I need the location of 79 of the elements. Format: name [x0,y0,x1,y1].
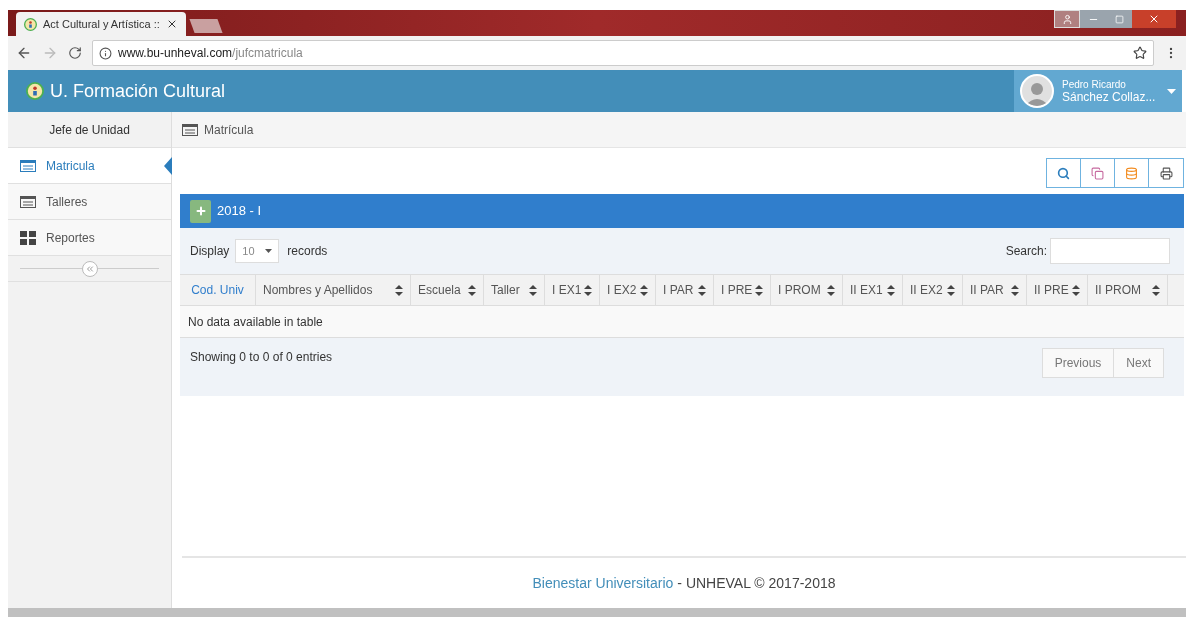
column-header[interactable]: I EX1 [545,275,600,305]
search-icon [1057,166,1070,180]
new-tab-button[interactable] [189,19,223,33]
next-button[interactable]: Next [1114,348,1164,378]
previous-button[interactable]: Previous [1041,348,1115,378]
copy-icon [1091,166,1104,180]
back-icon[interactable] [16,45,32,61]
browser-tab[interactable]: Act Cultural y Artística :: [16,12,186,36]
sort-icon [827,284,835,296]
list-icon [182,123,198,136]
user-last-name: Sánchez Collaz... [1062,91,1156,103]
sort-icon [887,284,895,296]
breadcrumb: Matrícula [204,121,254,139]
close-icon[interactable] [166,18,178,30]
page-size-select[interactable]: 10 [235,239,280,263]
list-icon [20,159,36,172]
column-header[interactable]: II EX2 [903,275,963,305]
double-chevron-icon [84,263,95,274]
sort-icon [1072,284,1080,296]
app-title: U. Formación Cultural [50,79,226,103]
column-header[interactable]: Cod. Univ [180,275,256,305]
logo-icon [24,17,37,31]
sidebar-item[interactable]: Matricula [8,148,171,184]
address-field[interactable]: www.bu-unheval.com/jufcmatricula [92,40,1154,66]
sort-icon [755,284,763,296]
user-first-name: Pedro Ricardo [1062,79,1127,91]
info-icon [99,46,112,60]
add-button[interactable] [190,199,211,223]
column-header[interactable]: II PRE [1027,275,1088,305]
tab-title: Act Cultural y Artística :: [43,16,160,32]
sort-icon [395,284,403,296]
url-text: www.bu-unheval.com/jufcmatricula [118,45,303,62]
sidebar-item[interactable]: Reportes [8,220,171,256]
column-header[interactable]: Nombres y Apellidos [256,275,411,305]
sort-icon [947,284,955,296]
sort-icon [640,284,648,296]
sort-icon [1011,284,1019,296]
search-field[interactable] [1050,238,1170,264]
column-header[interactable]: II EX1 [843,275,903,305]
logo-icon [26,82,44,100]
column-header[interactable]: Escuela [411,275,484,305]
entries-info: Showing 0 to 0 of 0 entries [190,349,333,366]
list-icon [20,195,36,208]
column-header[interactable]: I PROM [771,275,843,305]
plus-icon [194,205,207,217]
caret-icon [265,249,273,253]
print-icon [1159,166,1173,180]
column-header[interactable]: II PROM [1088,275,1168,305]
close-icon [1148,13,1160,25]
column-header[interactable]: II PAR [963,275,1027,305]
column-header[interactable]: I PAR [656,275,714,305]
star-icon[interactable] [1133,46,1147,60]
reload-icon[interactable] [68,46,82,60]
column-header[interactable]: Taller [484,275,545,305]
profile-button[interactable] [1054,10,1080,28]
forward-icon[interactable] [42,45,58,61]
sort-icon [468,284,476,296]
sort-icon [584,284,592,296]
collapse-button[interactable] [81,260,98,277]
restore-icon [1114,14,1124,24]
footer-text: - UNHEVAL © 2017-2018 [677,573,836,593]
display-label: Display [190,243,230,260]
restore-button[interactable] [1106,10,1132,28]
column-header[interactable]: I PRE [714,275,771,305]
sort-icon [698,284,706,296]
sort-icon [1152,284,1160,296]
records-label: records [287,243,328,260]
empty-row: No data available in table [180,306,1184,338]
panel-title: 2018 - I [217,202,262,221]
database-icon [1125,166,1138,180]
search-label: Search: [1005,243,1047,260]
person-icon [1061,13,1073,25]
footer-link[interactable]: Bienestar Universitario [532,572,674,594]
caret-icon [1167,88,1176,94]
grid-icon [20,230,36,245]
column-header[interactable]: I EX2 [600,275,656,305]
sort-icon [529,284,537,296]
sidebar-item[interactable]: Talleres [8,184,171,220]
scrollbar[interactable] [8,608,1186,617]
